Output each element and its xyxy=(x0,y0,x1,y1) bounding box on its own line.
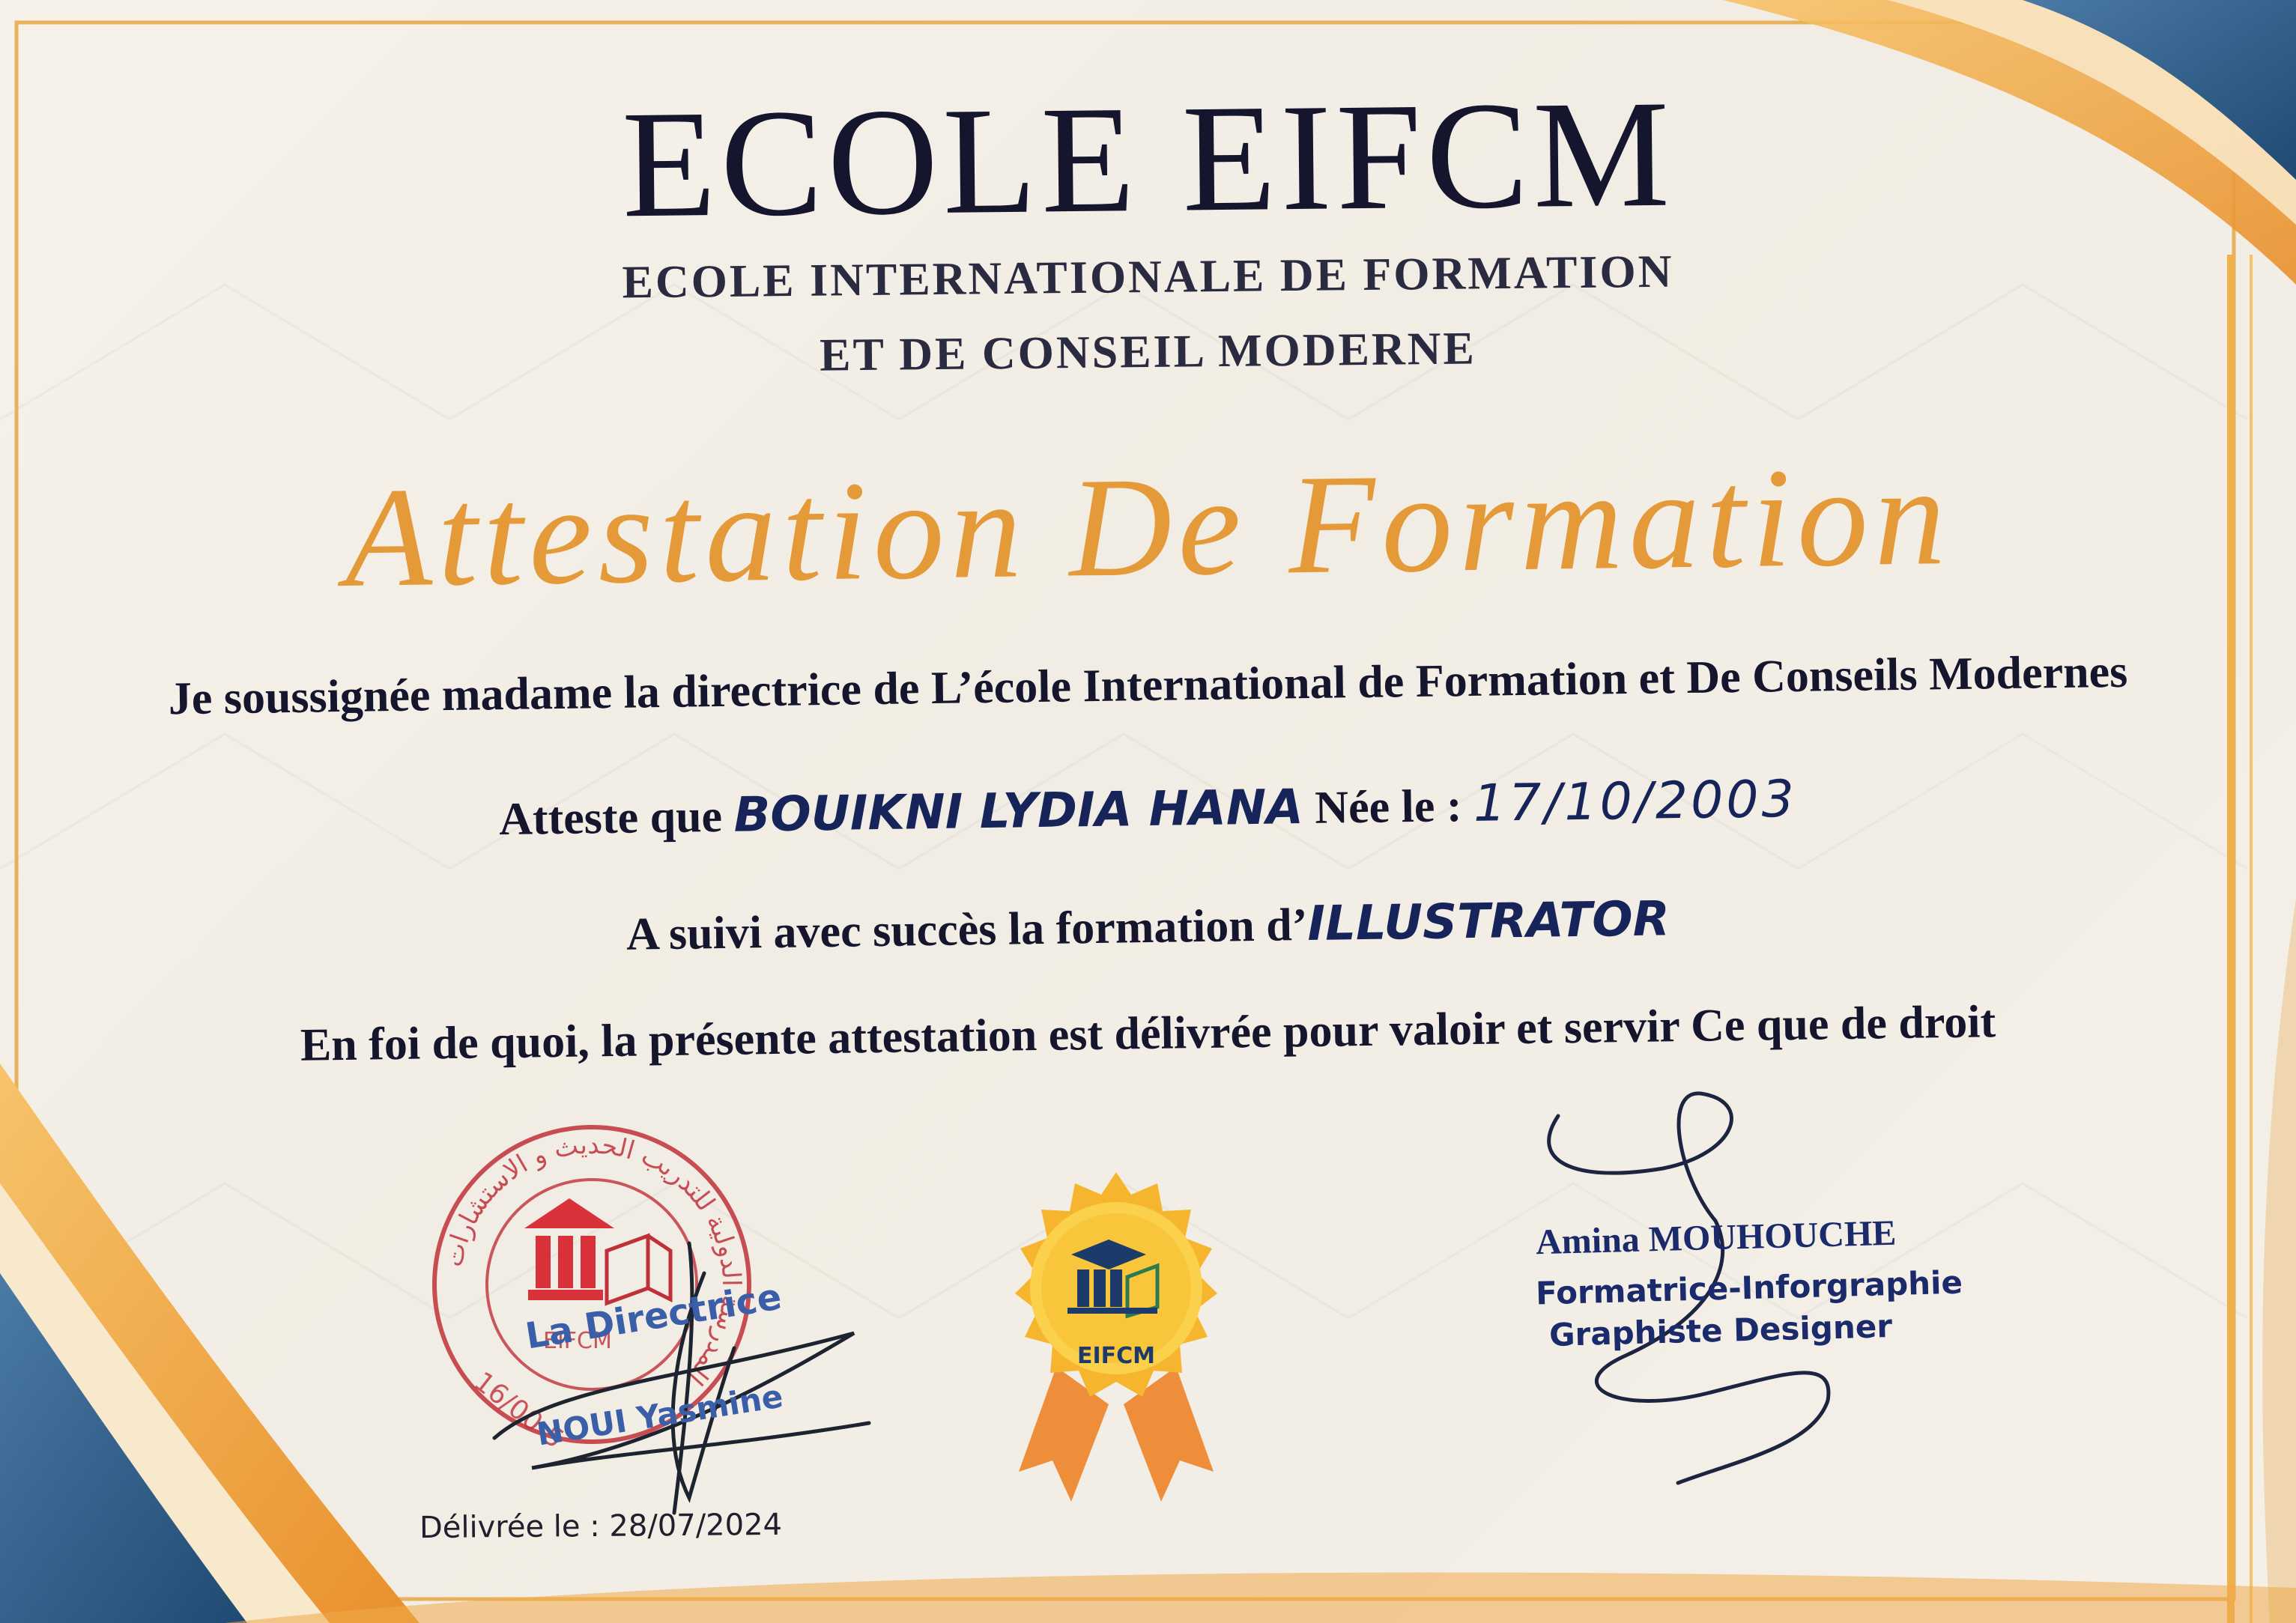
course-name: ILLUSTRATOR xyxy=(1306,891,1670,953)
director-signature xyxy=(492,1241,871,1515)
birth-date: 17/10/2003 xyxy=(1473,769,1798,834)
certificate-page: ECOLE EIFCM ECOLE INTERNATIONALE DE FORM… xyxy=(0,0,2296,1623)
school-name: ECOLE EIFCM xyxy=(621,68,1675,250)
birth-label: Née le : xyxy=(1314,780,1474,834)
course-label: A suivi avec succès la formation d’ xyxy=(626,900,1308,960)
student-name: BOUIKNI LYDIA HANA xyxy=(733,780,1304,843)
certificate-title: Attestation De Formation xyxy=(343,437,1953,617)
issue-date: Délivrée le : 28/07/2024 xyxy=(419,1507,783,1546)
attest-label: Atteste que xyxy=(498,790,735,846)
gold-seal-badge xyxy=(1015,1172,1217,1502)
seal-label: EIFCM xyxy=(1076,1343,1156,1369)
